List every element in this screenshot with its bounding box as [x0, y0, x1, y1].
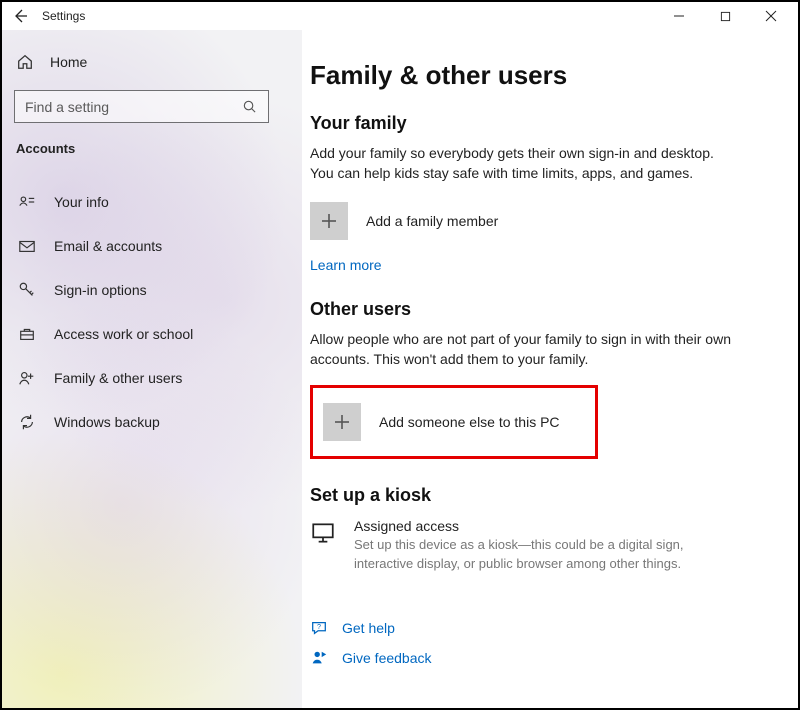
titlebar-left: Settings	[12, 8, 85, 24]
content-area: Home Accounts Your info	[2, 30, 798, 708]
sidebar-section-title: Accounts	[2, 137, 302, 166]
home-button[interactable]: Home	[2, 42, 302, 82]
mail-icon	[18, 237, 36, 255]
other-users-header: Other users	[310, 299, 768, 320]
sidebar-item-label: Windows backup	[54, 414, 160, 430]
plus-icon	[310, 202, 348, 240]
key-icon	[18, 281, 36, 299]
add-family-member-button[interactable]: Add a family member	[310, 199, 768, 243]
sidebar-item-work-school[interactable]: Access work or school	[2, 312, 302, 356]
kiosk-title: Assigned access	[354, 518, 734, 534]
add-family-label: Add a family member	[366, 213, 498, 229]
minimize-button[interactable]	[656, 3, 702, 29]
sidebar-item-label: Access work or school	[54, 326, 193, 342]
sidebar-item-email[interactable]: Email & accounts	[2, 224, 302, 268]
give-feedback-link[interactable]: Give feedback	[310, 643, 768, 673]
home-icon	[16, 53, 34, 71]
sidebar-item-family[interactable]: Family & other users	[2, 356, 302, 400]
get-help-link[interactable]: ? Get help	[310, 613, 768, 643]
sync-icon	[18, 413, 36, 431]
back-icon[interactable]	[12, 8, 28, 24]
window-frame: Settings Home	[0, 0, 800, 710]
page-title: Family & other users	[310, 60, 768, 91]
person-add-icon	[18, 369, 36, 387]
sidebar-item-your-info[interactable]: Your info	[2, 180, 302, 224]
briefcase-icon	[18, 325, 36, 343]
search-container	[2, 82, 302, 137]
get-help-label: Get help	[342, 620, 395, 636]
titlebar: Settings	[2, 2, 798, 30]
monitor-icon	[310, 520, 336, 546]
assigned-access-button[interactable]: Assigned access Set up this device as a …	[310, 518, 768, 572]
chat-help-icon: ?	[310, 619, 328, 637]
feedback-icon	[310, 649, 328, 667]
other-users-description: Allow people who are not part of your fa…	[310, 330, 740, 369]
maximize-button[interactable]	[702, 3, 748, 29]
main-panel: Family & other users Your family Add you…	[302, 30, 798, 708]
kiosk-header: Set up a kiosk	[310, 485, 768, 506]
learn-more-link[interactable]: Learn more	[310, 257, 382, 273]
sidebar-item-label: Email & accounts	[54, 238, 162, 254]
svg-text:?: ?	[317, 622, 321, 631]
window-title: Settings	[42, 9, 85, 23]
give-feedback-label: Give feedback	[342, 650, 432, 666]
sidebar-item-label: Family & other users	[54, 370, 182, 386]
close-button[interactable]	[748, 3, 794, 29]
highlight-annotation: Add someone else to this PC	[310, 385, 598, 459]
family-description: Add your family so everybody gets their …	[310, 144, 740, 183]
kiosk-text: Assigned access Set up this device as a …	[354, 518, 734, 572]
sidebar: Home Accounts Your info	[2, 30, 302, 708]
add-other-user-label: Add someone else to this PC	[379, 414, 560, 430]
sidebar-item-backup[interactable]: Windows backup	[2, 400, 302, 444]
search-icon	[242, 99, 258, 115]
sidebar-nav: Your info Email & accounts Sign-in optio…	[2, 180, 302, 444]
sidebar-item-label: Sign-in options	[54, 282, 147, 298]
search-box[interactable]	[14, 90, 269, 123]
home-label: Home	[50, 54, 87, 70]
sidebar-item-signin[interactable]: Sign-in options	[2, 268, 302, 312]
window-controls	[656, 3, 794, 29]
search-input[interactable]	[25, 99, 242, 115]
kiosk-description: Set up this device as a kiosk—this could…	[354, 536, 734, 572]
person-card-icon	[18, 193, 36, 211]
plus-icon	[323, 403, 361, 441]
family-header: Your family	[310, 113, 768, 134]
add-other-user-button[interactable]: Add someone else to this PC	[323, 400, 585, 444]
sidebar-item-label: Your info	[54, 194, 109, 210]
